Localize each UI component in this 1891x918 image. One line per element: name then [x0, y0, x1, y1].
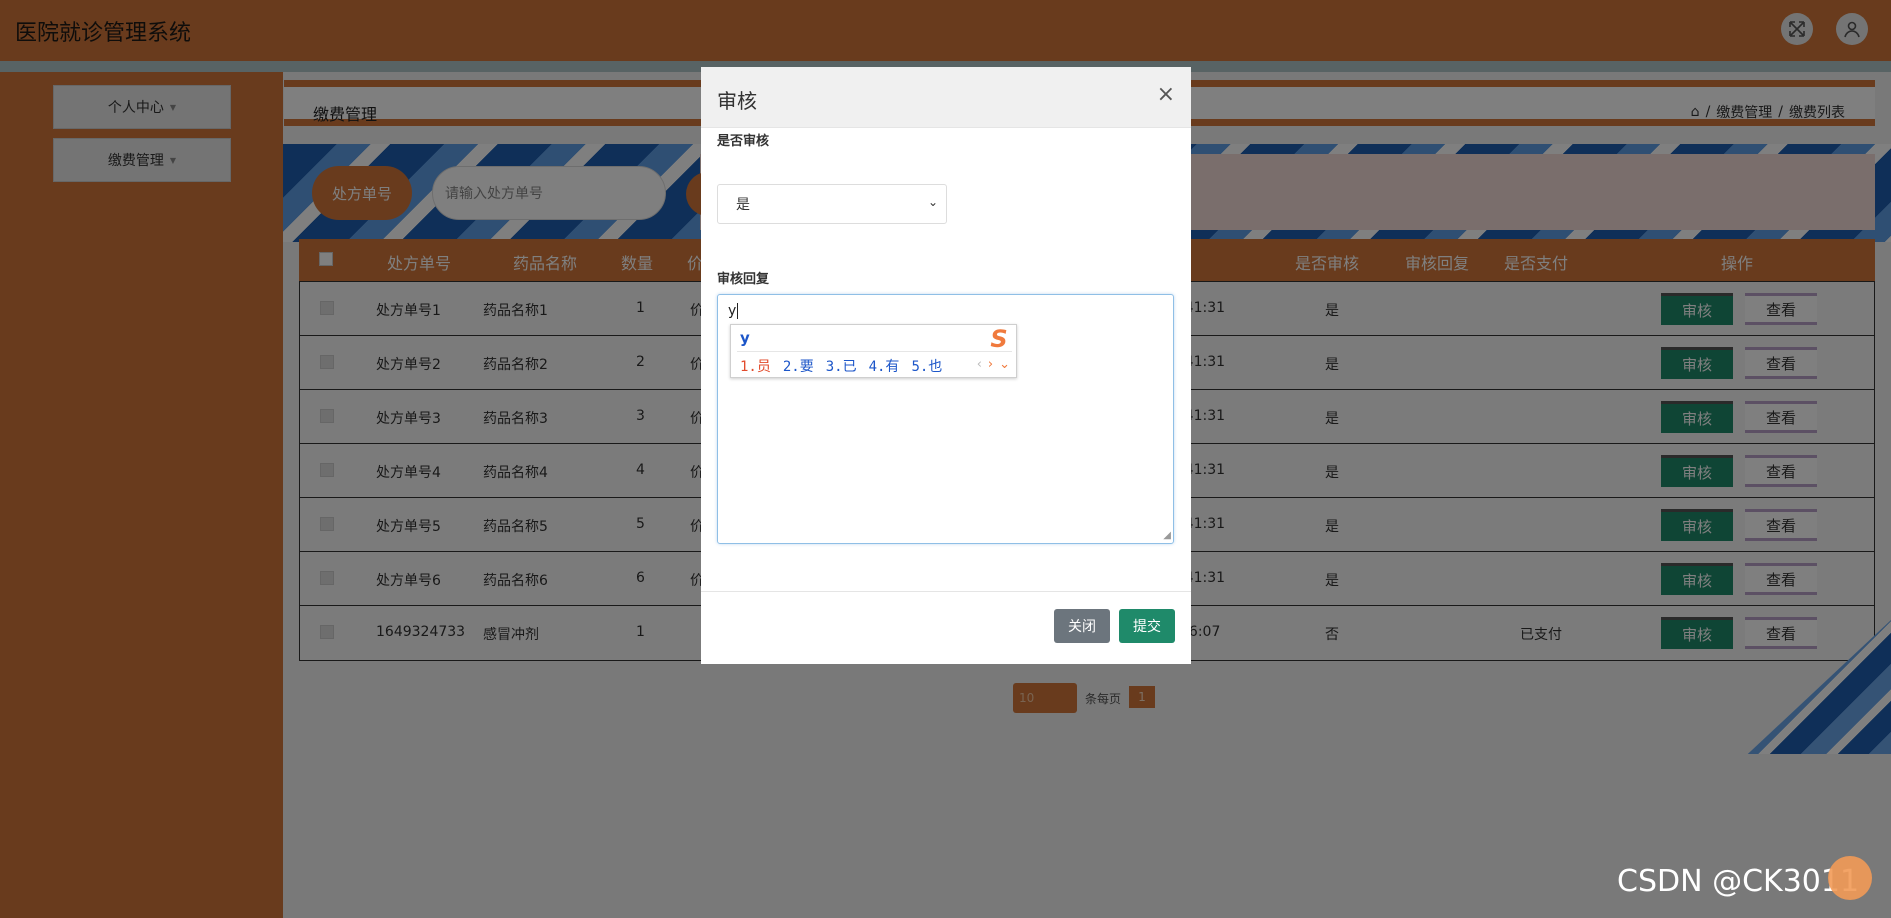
- audit-status-value: 是: [736, 197, 750, 213]
- text-cursor: [737, 303, 739, 319]
- ime-expand-icon[interactable]: ⌄: [999, 357, 1010, 372]
- ime-next-icon[interactable]: ›: [988, 357, 993, 372]
- ime-nav: ‹ › ⌄: [977, 357, 1010, 372]
- sogou-logo-icon: S: [990, 325, 1008, 353]
- ime-candidate[interactable]: 2.要: [783, 356, 814, 376]
- ime-candidate[interactable]: 5.也: [911, 356, 942, 376]
- ime-candidate-list: 1.员 2.要 3.已 4.有 5.也: [740, 356, 942, 376]
- resize-handle-icon[interactable]: ◢: [1163, 531, 1171, 541]
- chevron-down-icon: ⌄: [927, 195, 938, 209]
- ime-candidate[interactable]: 4.有: [869, 356, 900, 376]
- audit-status-label: 是否审核: [717, 134, 770, 149]
- ime-prev-icon[interactable]: ‹: [977, 357, 982, 372]
- close-icon[interactable]: ×: [1157, 84, 1175, 106]
- audit-reply-label: 审核回复: [717, 272, 770, 287]
- modal-title: 审核: [717, 89, 757, 113]
- close-button[interactable]: 关闭: [1054, 609, 1110, 643]
- audit-status-select[interactable]: 是 ⌄: [717, 184, 947, 224]
- floating-assistant-button[interactable]: [1828, 856, 1872, 900]
- ime-divider: [737, 351, 1012, 352]
- modal-header: 审核 ×: [701, 67, 1191, 128]
- ime-candidate[interactable]: 1.员: [740, 356, 771, 376]
- submit-button[interactable]: 提交: [1119, 609, 1175, 643]
- audit-reply-value: y: [728, 303, 737, 319]
- ime-candidate[interactable]: 3.已: [826, 356, 857, 376]
- watermark: CSDN @CK3011: [1617, 864, 1860, 899]
- modal-footer-divider: [701, 591, 1191, 592]
- ime-composition: y: [740, 329, 750, 347]
- ime-candidate-popup: y S 1.员 2.要 3.已 4.有 5.也 ‹ › ⌄: [730, 324, 1017, 378]
